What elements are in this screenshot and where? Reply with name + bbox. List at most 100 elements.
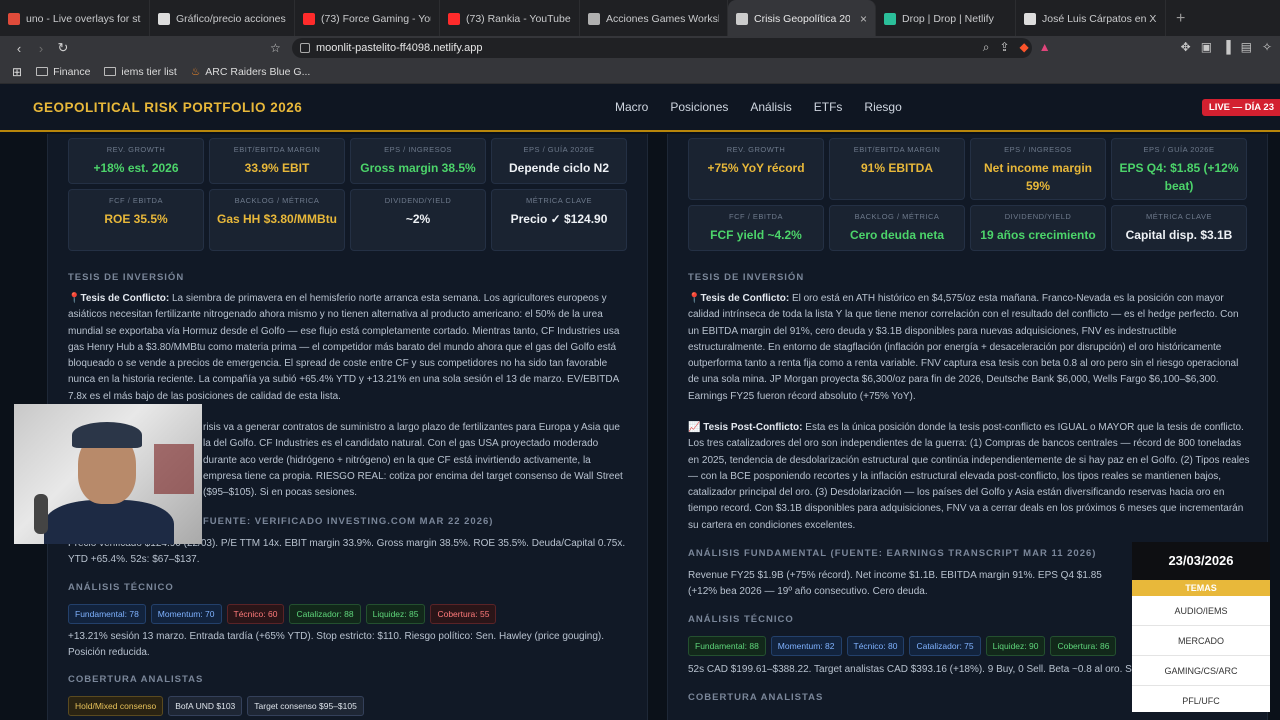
widget-item: MERCADO [1132,626,1270,656]
score-chip: Cobertura: 55 [430,604,497,624]
widget-header: TEMAS [1132,580,1270,596]
folder-icon [104,67,117,76]
metric-value: Precio ✓ $124.90 [510,212,608,226]
section-cobertura: COBERTURA ANALISTAS [688,692,824,703]
browser-tab[interactable]: Crisis Geopolítica 2026 — × [728,0,876,38]
favicon-icon [158,13,170,25]
site-info-icon[interactable] [300,43,310,53]
conflict-thesis: 📍Tesis de Conflicto: La siembra de prima… [68,293,620,402]
nav-macro[interactable]: Macro [615,100,648,114]
bookmark-iems[interactable]: iems tier list [104,66,177,78]
post-conflict-thesis: risis va a generar contratos de suminist… [203,422,623,499]
share-icon[interactable]: ⇪ [999,40,1009,55]
address-bar[interactable]: moonlit-pastelito-ff4098.netlify.app [292,38,1032,58]
score-chip: Momentum: 70 [150,604,222,624]
score-chip: Catalizador: 75 [909,636,981,656]
metrics-grid: REV. GROWTH +18% est. 2026 EBIT/EBITDA MAR… [68,138,627,251]
site-nav: Macro Posiciones Análisis ETFs Riesgo [615,100,902,114]
pin-icon: 📍 [68,293,81,304]
metric-value: Cero deuda neta [849,228,945,242]
metric-card: DIVIDEND/YIELD 19 años crecimiento [970,205,1106,251]
score-chip: Target consenso $95–$105 [247,696,364,716]
nav-etfs[interactable]: ETFs [814,100,843,114]
presenter-shirt [44,500,174,544]
section-tecnico: ANÁLISIS TÉCNICO [68,582,174,593]
tab-label: (73) Rankia - YouTube [466,13,571,25]
metric-label: FCF / EBITDA [729,212,783,221]
bookmark-star-icon[interactable]: ☆ [270,41,281,55]
nav-riesgo[interactable]: Riesgo [864,100,901,114]
back-icon[interactable]: ‹ [8,41,30,56]
pin-icon: 📍 [688,293,701,304]
section-cobertura: COBERTURA ANALISTAS [68,674,204,685]
browser-tab[interactable]: uno - Live overlays for streamin [0,0,150,38]
browser-tab[interactable]: (73) Force Gaming - YouTube [295,0,440,38]
rewards-icon[interactable]: ▲ [1039,40,1051,55]
browser-tab[interactable]: Gráfico/precio acciones CF: NY [150,0,295,38]
score-chip: Técnico: 80 [846,636,905,656]
section-fundamental: ANÁLISIS FUNDAMENTAL (FUENTE: EARNINGS T… [688,548,1097,559]
metric-value: 91% EBITDA [860,161,934,175]
chart-icon: 📈 [688,422,701,433]
apps-icon[interactable]: ⊞ [12,65,22,79]
metric-label: MÉTRICA CLAVE [1146,212,1212,221]
score-chip: Momentum: 82 [770,636,842,656]
metric-label: EBIT/EBITDA MARGIN [233,145,321,154]
conflict-thesis: 📍Tesis de Conflicto: El oro está en ATH … [688,293,1239,402]
browser-tab[interactable]: Acciones Games Workshop ho [580,0,728,38]
metric-value: Gas HH $3.80/MMBtu [216,212,338,226]
bookmark-arc-raiders[interactable]: ♨ ARC Raiders Blue G... [191,66,310,78]
nav-posiciones[interactable]: Posiciones [670,100,728,114]
new-tab-icon[interactable]: + [1166,10,1195,28]
metric-card: DIVIDEND/YIELD ~2% [350,189,486,251]
score-chip: Técnico: 60 [226,604,285,624]
leo-icon[interactable]: ✧ [1262,40,1272,55]
score-chip: Fundamental: 88 [688,636,766,656]
screenshot-icon[interactable]: ▣ [1201,40,1212,55]
metric-card: EPS / GUÍA 2026E Depende ciclo N2 [491,138,627,184]
metric-label: MÉTRICA CLAVE [526,196,592,205]
browser-tab[interactable]: (73) Rankia - YouTube [440,0,580,38]
metric-card: BACKLOG / MÉTRICA Cero deuda neta [829,205,965,251]
site-logo[interactable]: GEOPOLITICAL RISK PORTFOLIO 2026 [33,100,302,115]
live-badge: LIVE — DÍA 23 [1201,99,1280,116]
zoom-icon[interactable]: ⌕ [983,40,990,55]
wallet-icon[interactable]: ▤ [1241,40,1252,55]
metric-value: Depende ciclo N2 [508,161,610,175]
technical-text: +13.21% sesión 13 marzo. Entrada tardía … [68,631,605,659]
section-tecnico: ANÁLISIS TÉCNICO [688,614,794,625]
tab-label: (73) Force Gaming - YouTube [321,13,431,25]
browser-tab[interactable]: Drop | Drop | Netlify [876,0,1016,38]
brave-shield-icon[interactable]: ◆ [1020,40,1029,55]
metric-value: +18% est. 2026 [93,161,179,175]
nav-analisis[interactable]: Análisis [750,100,791,114]
coverage-chips: Hold/Mixed consenso BofA UND $103 Target c… [68,696,364,716]
metric-label: BACKLOG / MÉTRICA [234,196,320,205]
close-tab-icon[interactable]: × [860,12,867,26]
metric-card: EBIT/EBITDA MARGIN 33.9% EBIT [209,138,345,184]
bookmark-finance[interactable]: Finance [36,66,90,78]
sidebar-icon[interactable]: ▐ [1222,40,1231,55]
metric-value: ROE 35.5% [104,212,168,226]
tab-label: Crisis Geopolítica 2026 — [754,13,850,25]
metric-value: Gross margin 38.5% [360,161,476,175]
reload-icon[interactable]: ↻ [52,40,74,56]
metric-label: EPS / INGRESOS [384,145,452,154]
toolbar-icons: ⌕ ⇪ ◆ ▲ ✥ ▣ ▐ ▤ ✧ [983,40,1272,55]
metric-value: EPS Q4: $1.85 (+12% beat) [1119,161,1239,193]
webcam-overlay [14,404,202,544]
favicon-icon [448,13,460,25]
extensions-icon[interactable]: ✥ [1181,40,1191,55]
score-chip: Catalizador: 88 [289,604,361,624]
forward-icon[interactable]: › [30,41,52,56]
metric-card: EBIT/EBITDA MARGIN 91% EBITDA [829,138,965,200]
score-chip: Fundamental: 78 [68,604,146,624]
folder-icon [36,67,49,76]
browser-tab[interactable]: José Luis Cárpatos en X: "Los b [1016,0,1166,38]
favicon-icon [1024,13,1036,25]
tab-label: José Luis Cárpatos en X: "Los b [1042,13,1157,25]
metric-value: FCF yield ~4.2% [710,228,802,242]
metric-label: EPS / GUÍA 2026E [523,145,595,154]
site-header: GEOPOLITICAL RISK PORTFOLIO 2026 Macro P… [0,84,1280,132]
tab-label: Gráfico/precio acciones CF: NY [176,13,286,25]
